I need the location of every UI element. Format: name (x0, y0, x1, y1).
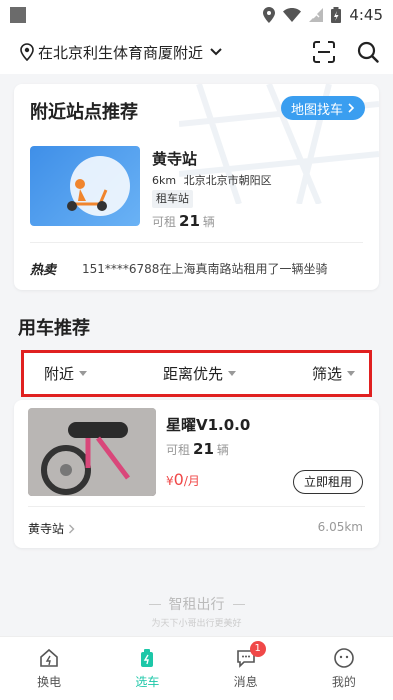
tab-battery-swap[interactable]: 换电 (0, 637, 98, 700)
tab-label: 选车 (135, 675, 160, 689)
brand-slogan: 为天下小哥出行更美好 (151, 619, 242, 629)
scan-icon[interactable] (313, 41, 335, 63)
bike-photo-icon (28, 408, 156, 496)
location-pin-icon (20, 43, 34, 61)
station-tag: 租车站 (152, 190, 193, 208)
price-unit: /月 (183, 474, 200, 488)
avail-label: 可租 (152, 215, 177, 229)
recommend-section-title: 用车推荐 (18, 318, 90, 339)
scooter-illustration-icon (67, 156, 130, 216)
search-icon[interactable] (357, 41, 379, 63)
divider (28, 506, 365, 507)
profile-icon (334, 648, 354, 668)
hot-label: 热卖 (30, 263, 57, 278)
location-pin-icon (263, 7, 276, 23)
filter-nearby[interactable]: 附近 (44, 363, 88, 384)
signal-icon (309, 8, 324, 22)
bike-name[interactable]: 星曜V1.0.0 (166, 414, 250, 435)
bike-image[interactable] (28, 408, 156, 496)
divider (30, 242, 363, 243)
filter-nearby-label: 附近 (44, 365, 75, 383)
filter-bar: 附近 距离优先 筛选 (21, 350, 372, 397)
chevron-down-icon[interactable] (209, 47, 223, 57)
battery-swap-icon (40, 648, 58, 667)
rent-now-button[interactable]: 立即租用 (292, 470, 363, 494)
station-address: 北京北京市朝阳区 (183, 174, 272, 187)
avail-unit: 辆 (202, 215, 215, 229)
tab-label: 消息 (233, 675, 258, 689)
avail-count: 21 (179, 212, 200, 230)
bike-station-name: 黄寺站 (28, 522, 65, 536)
tab-label: 我的 (331, 675, 356, 689)
bike-distance: 6.05km (317, 520, 363, 534)
clock: 4:45 (349, 6, 383, 24)
wifi-icon (283, 8, 302, 22)
chevron-right-icon (69, 524, 75, 533)
filter-screen-label: 筛选 (311, 365, 342, 383)
top-bar: 在北京利生体育商厦附近 (0, 30, 393, 74)
station-availability: 可租 21 辆 (152, 212, 215, 230)
bike-station-link[interactable]: 黄寺站 (28, 520, 75, 537)
price-value: 0 (173, 470, 184, 489)
vehicle-select-icon (141, 649, 154, 667)
bottom-tab-bar: 换电 选车 1 消息 我的 (0, 636, 393, 700)
filter-distance-first[interactable]: 距离优先 (163, 363, 236, 384)
unread-badge: 1 (249, 641, 266, 657)
map-find-car-label: 地图找车 (290, 102, 343, 118)
avail-label: 可租 (166, 443, 191, 457)
station-address-line: 6km 北京北京市朝阳区 (152, 172, 272, 188)
caret-down-icon (346, 371, 355, 376)
divider (232, 603, 245, 605)
price-currency: ¥ (166, 474, 174, 488)
brand-footer: 智租出行 为天下小哥出行更美好 (0, 594, 393, 629)
bike-price: ¥0/月 (166, 470, 200, 489)
notification-icon (10, 7, 26, 23)
divider (148, 603, 161, 605)
station-distance: 6km (152, 174, 177, 187)
chevron-right-icon (348, 103, 355, 113)
station-name[interactable]: 黄寺站 (152, 148, 197, 169)
filter-screen[interactable]: 筛选 (312, 363, 355, 384)
bike-card[interactable]: 星曜V1.0.0 可租 21 辆 ¥0/月 立即租用 黄寺站 6.05km (14, 400, 379, 548)
tab-select-vehicle[interactable]: 选车 (98, 637, 196, 700)
tab-messages[interactable]: 1 消息 (197, 637, 295, 700)
brand-name: 智租出行 (168, 597, 225, 613)
nearby-stations-card: 附近站点推荐 地图找车 黄寺站 6km 北京北京市朝阳区 租车站 可租 21 辆 热… (14, 84, 379, 290)
tab-profile[interactable]: 我的 (295, 637, 393, 700)
avail-unit: 辆 (216, 443, 229, 457)
hot-ticker-text: 151****6788在上海真南路站租用了一辆坐骑 (82, 262, 328, 276)
nearby-section-title: 附近站点推荐 (30, 102, 138, 123)
filter-distance-label: 距离优先 (162, 365, 223, 383)
avail-count: 21 (193, 440, 214, 458)
caret-down-icon (228, 371, 236, 376)
caret-down-icon (79, 371, 88, 376)
map-find-car-button[interactable]: 地图找车 (280, 96, 365, 120)
status-bar: 4:45 (0, 0, 393, 30)
tab-label: 换电 (37, 675, 62, 689)
location-text[interactable]: 在北京利生体育商厦附近 (38, 42, 203, 63)
station-image[interactable] (30, 146, 140, 226)
bike-availability: 可租 21 辆 (166, 440, 229, 458)
battery-icon (331, 7, 342, 23)
